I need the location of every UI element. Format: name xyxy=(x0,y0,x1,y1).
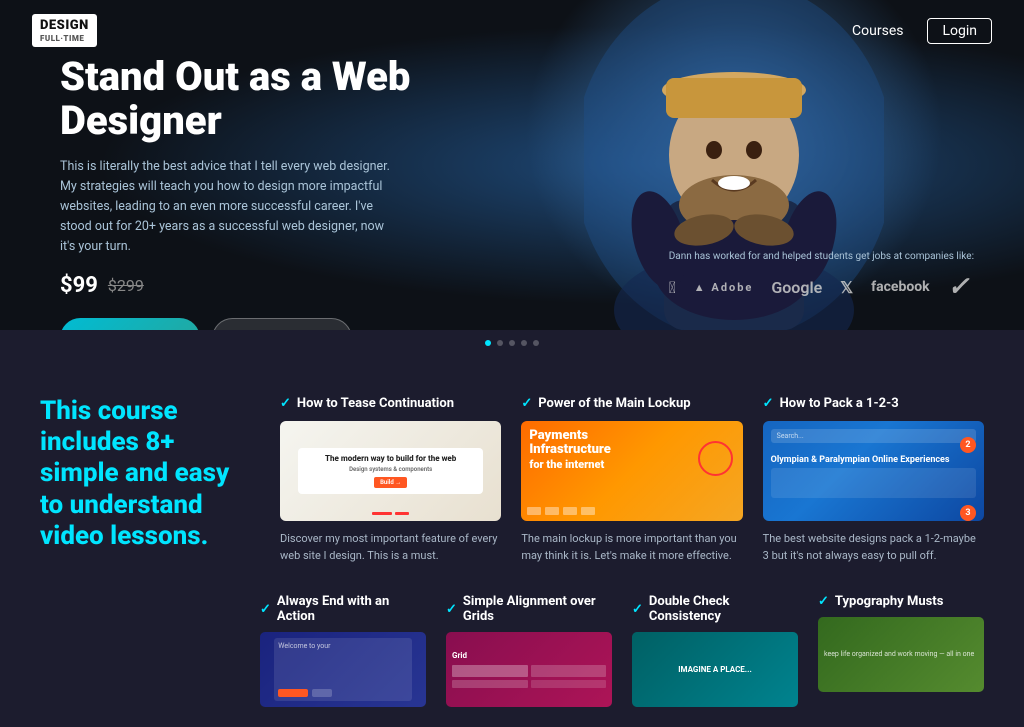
lesson-3-thumb-content: Search... Olympian & Paralympian Online … xyxy=(763,429,984,521)
dot-4 xyxy=(533,340,539,346)
bottom-thumb-2: Grid xyxy=(446,632,612,707)
lesson-1-desc: Discover my most important feature of ev… xyxy=(280,531,501,564)
nav-courses[interactable]: Courses xyxy=(852,23,903,39)
check-icon-b4: ✓ xyxy=(818,594,829,609)
check-icon-1: ✓ xyxy=(280,396,291,411)
facebook-logo: facebook xyxy=(871,279,930,295)
nav-links: Courses Login xyxy=(852,18,992,44)
check-icon-b2: ✓ xyxy=(446,602,457,617)
thumb-1-indicators xyxy=(280,512,501,515)
bottom-lesson-4-title: ✓ Typography Musts xyxy=(818,594,984,609)
lessons-grid: ✓ How to Tease Continuation The modern w… xyxy=(280,396,984,564)
price-current: $99 xyxy=(60,273,98,298)
lesson-card-3: ✓ How to Pack a 1-2-3 Search... Olympian… xyxy=(763,396,984,564)
bottom-lesson-3: ✓ Double Check Consistency IMAGINE A PLA… xyxy=(632,594,798,707)
companies-logos:  ▲ Adobe Google 𝕏 facebook ✓ xyxy=(669,272,974,302)
bottom-lesson-1-title: ✓ Always End with an Action xyxy=(260,594,426,624)
nav-login[interactable]: Login xyxy=(927,18,992,44)
price-row: $99 $299 xyxy=(60,273,480,298)
course-tagline-text: This course includes 8+ simple and easy … xyxy=(40,396,250,552)
nike-logo: ✓ xyxy=(948,272,970,302)
bottom-lesson-1: ✓ Always End with an Action Welcome to y… xyxy=(260,594,426,707)
lesson-2-title: ✓ Power of the Main Lockup xyxy=(521,396,742,411)
lesson-1-thumb-content: The modern way to build for the web Desi… xyxy=(280,421,501,521)
course-tagline: This course includes 8+ simple and easy … xyxy=(40,396,250,552)
bottom-lesson-2: ✓ Simple Alignment over Grids Grid xyxy=(446,594,612,707)
check-icon-3: ✓ xyxy=(763,396,774,411)
lesson-1-thumb: The modern way to build for the web Desi… xyxy=(280,421,501,521)
bottom-thumb-1: Welcome to your xyxy=(260,632,426,707)
price-original: $299 xyxy=(108,276,144,295)
lesson-3-title: ✓ How to Pack a 1-2-3 xyxy=(763,396,984,411)
logo-fulltime: FULL·TIME xyxy=(40,34,89,44)
google-logo: Google xyxy=(771,278,822,297)
check-icon-b3: ✓ xyxy=(632,602,643,617)
bottom-lessons: ✓ Always End with an Action Welcome to y… xyxy=(0,594,1024,727)
check-icon-b1: ✓ xyxy=(260,602,271,617)
dot-3 xyxy=(521,340,527,346)
bottom-thumb-4: keep life organized and work moving — al… xyxy=(818,617,984,692)
navigation: DESIGN FULL·TIME Courses Login xyxy=(0,0,1024,61)
dot-1 xyxy=(497,340,503,346)
companies-section: Dann has worked for and helped students … xyxy=(669,251,974,302)
apple-logo:  xyxy=(669,278,676,297)
twitter-logo: 𝕏 xyxy=(840,278,853,297)
bottom-lessons-grid: ✓ Always End with an Action Welcome to y… xyxy=(260,594,984,707)
mockup-1: The modern way to build for the web Desi… xyxy=(298,448,483,494)
annotation-circle xyxy=(698,441,733,476)
bottom-lesson-2-title: ✓ Simple Alignment over Grids xyxy=(446,594,612,624)
buy-course-button[interactable]: Buy Course xyxy=(60,318,200,330)
bottom-thumb-3: IMAGINE A PLACE... xyxy=(632,632,798,707)
lesson-3-thumb: Search... Olympian & Paralympian Online … xyxy=(763,421,984,521)
bottom-lesson-3-title: ✓ Double Check Consistency xyxy=(632,594,798,624)
lesson-card-1: ✓ How to Tease Continuation The modern w… xyxy=(280,396,501,564)
lesson-1-title: ✓ How to Tease Continuation xyxy=(280,396,501,411)
course-section: This course includes 8+ simple and easy … xyxy=(0,356,1024,594)
badge-2: 2 xyxy=(960,437,976,453)
dot-active xyxy=(485,340,491,346)
logo: DESIGN FULL·TIME xyxy=(32,14,97,47)
lesson-3-desc: The best website designs pack a 1-2-mayb… xyxy=(763,531,984,564)
watch-intro-button[interactable]: Watch Intro xyxy=(212,318,352,330)
hero-description: This is literally the best advice that I… xyxy=(60,157,400,257)
adobe-logo: ▲ Adobe xyxy=(694,281,754,294)
slide-indicators xyxy=(0,330,1024,356)
dot-2 xyxy=(509,340,515,346)
spacer xyxy=(40,594,240,707)
bottom-lesson-4: ✓ Typography Musts keep life organized a… xyxy=(818,594,984,707)
lesson-2-thumb: PaymentsInfrastructurefor the internet xyxy=(521,421,742,521)
check-icon-2: ✓ xyxy=(521,396,532,411)
companies-label: Dann has worked for and helped students … xyxy=(669,251,974,262)
badge-3: 3 xyxy=(960,505,976,521)
cta-buttons: Buy Course Watch Intro xyxy=(60,318,480,330)
lesson-2-desc: The main lockup is more important than y… xyxy=(521,531,742,564)
hero-content: Stand Out as a Web Designer This is lite… xyxy=(60,55,480,330)
bottom-logos xyxy=(527,507,595,515)
hero-title: Stand Out as a Web Designer xyxy=(60,55,480,143)
lesson-card-2: ✓ Power of the Main Lockup PaymentsInfra… xyxy=(521,396,742,564)
logo-design: DESIGN xyxy=(40,18,89,34)
